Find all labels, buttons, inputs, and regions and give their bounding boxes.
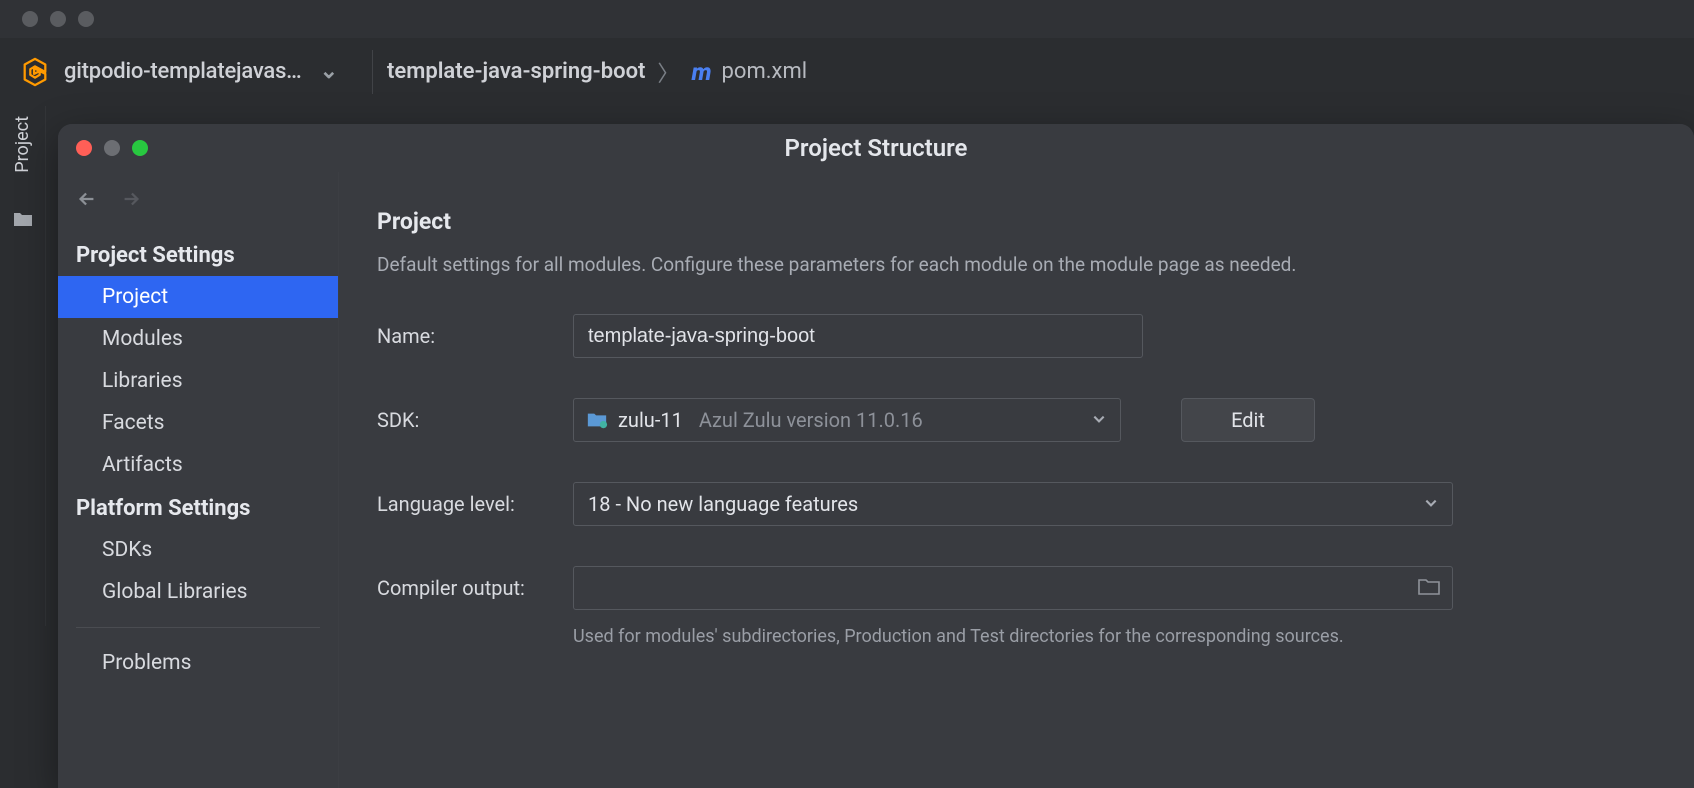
chevron-down-icon: ⌄ bbox=[320, 59, 338, 84]
traffic-minimize-icon[interactable] bbox=[50, 11, 66, 27]
project-name-label: gitpodio-templatejavas… bbox=[64, 59, 302, 84]
dialog-titlebar: Project Structure bbox=[58, 124, 1694, 172]
language-level-label: Language level: bbox=[377, 492, 545, 516]
minimize-icon[interactable] bbox=[104, 140, 120, 156]
sdk-value-primary: zulu-11 bbox=[618, 408, 683, 432]
breadcrumb-root[interactable]: template-java-spring-boot bbox=[387, 59, 645, 84]
sidebar-item-problems[interactable]: Problems bbox=[58, 642, 338, 684]
sdk-row: SDK: zulu-11 Azul Zulu version 11.0.16 E… bbox=[377, 398, 1656, 442]
language-level-value: 18 - No new language features bbox=[588, 492, 858, 516]
project-name-input[interactable] bbox=[573, 314, 1143, 358]
sidebar-item-project[interactable]: Project bbox=[58, 276, 338, 318]
vertical-divider bbox=[372, 50, 373, 94]
sidebar-item-artifacts[interactable]: Artifacts bbox=[58, 444, 338, 486]
dialog-body: Project Settings Project Modules Librari… bbox=[58, 172, 1694, 788]
sdk-label: SDK: bbox=[377, 408, 545, 432]
traffic-close-icon[interactable] bbox=[22, 11, 38, 27]
chevron-down-icon bbox=[1092, 410, 1106, 431]
edit-sdk-button[interactable]: Edit bbox=[1181, 398, 1315, 442]
breadcrumb-file[interactable]: pom.xml bbox=[722, 59, 808, 84]
breadcrumb: template-java-spring-boot 〉 m pom.xml bbox=[387, 56, 807, 88]
close-icon[interactable] bbox=[76, 140, 92, 156]
dialog-title: Project Structure bbox=[58, 134, 1694, 162]
folder-icon[interactable] bbox=[13, 209, 33, 233]
traffic-zoom-icon[interactable] bbox=[78, 11, 94, 27]
sidebar-item-sdks[interactable]: SDKs bbox=[58, 529, 338, 571]
maven-icon: m bbox=[691, 58, 709, 86]
ide-window: gitpodio-templatejavas… ⌄ template-java-… bbox=[0, 0, 1694, 788]
sdk-value-secondary: Azul Zulu version 11.0.16 bbox=[699, 408, 923, 432]
compiler-output-hint: Used for modules' subdirectories, Produc… bbox=[573, 626, 1656, 647]
chevron-down-icon bbox=[1424, 494, 1438, 515]
content-heading: Project bbox=[377, 208, 1656, 235]
project-tool-tab[interactable]: Project bbox=[12, 116, 33, 173]
history-nav bbox=[58, 182, 338, 233]
browse-folder-icon[interactable] bbox=[1418, 576, 1440, 601]
back-button[interactable] bbox=[76, 188, 98, 215]
dialog-window-controls bbox=[76, 140, 148, 156]
breadcrumb-separator: 〉 bbox=[657, 56, 679, 88]
compiler-output-input[interactable] bbox=[573, 566, 1453, 610]
sidebar-item-modules[interactable]: Modules bbox=[58, 318, 338, 360]
sdk-dropdown[interactable]: zulu-11 Azul Zulu version 11.0.16 bbox=[573, 398, 1121, 442]
left-tool-gutter: Project bbox=[0, 106, 46, 626]
sidebar-item-facets[interactable]: Facets bbox=[58, 402, 338, 444]
compiler-output-label: Compiler output: bbox=[377, 576, 545, 600]
name-row: Name: bbox=[377, 314, 1656, 358]
settings-sidebar: Project Settings Project Modules Librari… bbox=[58, 172, 338, 788]
window-controls-inactive bbox=[22, 11, 94, 27]
ide-titlebar bbox=[0, 0, 1694, 38]
platform-settings-header: Platform Settings bbox=[58, 486, 338, 529]
ide-toolbar: gitpodio-templatejavas… ⌄ template-java-… bbox=[0, 38, 1694, 106]
language-level-row: Language level: 18 - No new language fea… bbox=[377, 482, 1656, 526]
sidebar-divider bbox=[76, 627, 320, 628]
name-label: Name: bbox=[377, 324, 545, 348]
content-description: Default settings for all modules. Config… bbox=[377, 253, 1656, 276]
jdk-folder-icon bbox=[586, 409, 608, 431]
project-structure-dialog: Project Structure Project Settings Proje… bbox=[58, 124, 1694, 788]
settings-content: Project Default settings for all modules… bbox=[338, 172, 1694, 788]
language-level-dropdown[interactable]: 18 - No new language features bbox=[573, 482, 1453, 526]
gitpod-icon bbox=[20, 57, 50, 87]
project-switcher[interactable]: gitpodio-templatejavas… ⌄ bbox=[0, 38, 358, 105]
sidebar-item-libraries[interactable]: Libraries bbox=[58, 360, 338, 402]
compiler-output-row: Compiler output: bbox=[377, 566, 1656, 610]
zoom-icon[interactable] bbox=[132, 140, 148, 156]
forward-button[interactable] bbox=[120, 188, 142, 215]
project-settings-header: Project Settings bbox=[58, 233, 338, 276]
sidebar-item-global-libraries[interactable]: Global Libraries bbox=[58, 571, 338, 613]
